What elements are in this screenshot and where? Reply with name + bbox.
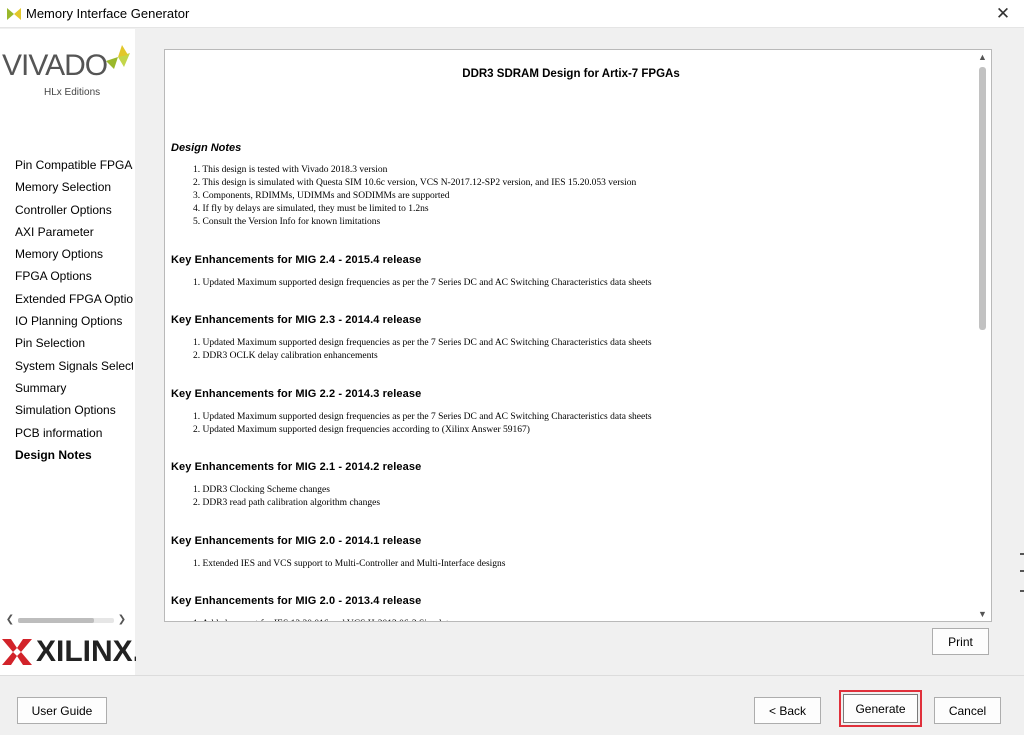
- sidebar-step-axi-parameter[interactable]: AXI Parameter: [15, 221, 133, 243]
- vivado-edition-text: HLx Editions: [44, 87, 101, 98]
- list-item: 1. Updated Maximum supported design freq…: [193, 278, 652, 288]
- section-list: 1. Extended IES and VCS support to Multi…: [193, 558, 505, 571]
- generate-highlight-box: [839, 690, 922, 727]
- edge-mark: [1020, 553, 1024, 555]
- list-item: 1. Extended IES and VCS support to Multi…: [193, 559, 506, 569]
- user-guide-button-label: User Guide: [31, 704, 93, 718]
- xilinx-mark-icon: [2, 639, 32, 665]
- wizard-sidebar: VIVADO HLx Editions Pin Compatible FPGAs…: [0, 29, 141, 675]
- section-list: 1. This design is tested with Vivado 201…: [193, 164, 636, 229]
- edge-mark: [1020, 590, 1024, 592]
- vivado-logo: VIVADO HLx Editions: [2, 43, 134, 105]
- close-icon[interactable]: ✕: [992, 3, 1014, 25]
- sidebar-step-summary[interactable]: Summary: [15, 377, 133, 399]
- xilinx-logo: XILINX.: [2, 631, 141, 673]
- section-heading: Key Enhancements for MIG 2.3 - 2014.4 re…: [171, 314, 422, 326]
- list-item: 1. DDR3 Clocking Scheme changes: [193, 485, 330, 495]
- back-button-label: < Back: [768, 704, 807, 718]
- cancel-button-label: Cancel: [948, 704, 987, 718]
- section-heading: Design Notes: [171, 142, 242, 154]
- list-item: 3. Components, RDIMMs, UDIMMs and SODIMM…: [193, 191, 450, 202]
- section-list: 1. DDR3 Clocking Scheme changes 2. DDR3 r…: [193, 484, 380, 510]
- section-list: 1. Updated Maximum supported design freq…: [193, 337, 652, 363]
- design-notes-viewer[interactable]: DDR3 SDRAM Design for Artix-7 FPGAs Desi…: [164, 49, 992, 622]
- list-item: 1. Added support for IES 12.20.016 and V…: [193, 618, 460, 621]
- vivado-app-icon: [7, 8, 21, 20]
- list-item: 4. If fly by delays are simulated, they …: [193, 204, 429, 215]
- sidebar-step-memory-options[interactable]: Memory Options: [15, 243, 133, 265]
- list-item: 1. Updated Maximum supported design freq…: [193, 338, 652, 348]
- sidebar-horizontal-scrollbar[interactable]: ❮ ❯: [2, 612, 130, 628]
- sidebar-step-memory-selection[interactable]: Memory Selection: [15, 176, 133, 198]
- sidebar-step-extended-fpga-options[interactable]: Extended FPGA Options: [15, 288, 133, 310]
- list-item: 1. Updated Maximum supported design freq…: [193, 412, 652, 422]
- scroll-up-icon[interactable]: ▲: [974, 50, 991, 64]
- scroll-right-icon[interactable]: ❯: [116, 612, 128, 628]
- document-vertical-scrollbar[interactable]: ▲ ▼: [974, 50, 991, 621]
- title-bar: Memory Interface Generator ✕: [0, 0, 1024, 28]
- list-item: 2. This design is simulated with Questa …: [193, 178, 637, 189]
- section-heading: Key Enhancements for MIG 2.4 - 2015.4 re…: [171, 254, 422, 266]
- document-title: DDR3 SDRAM Design for Artix-7 FPGAs: [462, 68, 680, 80]
- xilinx-logo-text: XILINX.: [36, 635, 142, 668]
- window-title: Memory Interface Generator: [26, 6, 190, 21]
- sidebar-step-system-signals-selection[interactable]: System Signals Selection: [15, 355, 133, 377]
- sidebar-step-pcb-information[interactable]: PCB information: [15, 422, 133, 444]
- sidebar-step-fpga-options[interactable]: FPGA Options: [15, 265, 133, 287]
- scrollbar-track[interactable]: [18, 618, 114, 623]
- user-guide-button[interactable]: User Guide: [17, 697, 107, 724]
- sidebar-step-io-planning-options[interactable]: IO Planning Options: [15, 310, 133, 332]
- scroll-left-icon[interactable]: ❮: [4, 612, 16, 628]
- sidebar-step-controller-options[interactable]: Controller Options: [15, 199, 133, 221]
- section-list: 1. Added support for IES 12.20.016 and V…: [193, 618, 460, 621]
- list-item: 2. DDR3 OCLK delay calibration enhanceme…: [193, 351, 378, 362]
- main-panel: DDR3 SDRAM Design for Artix-7 FPGAs Desi…: [136, 29, 1024, 675]
- list-item: 5. Consult the Version Info for known li…: [193, 217, 381, 228]
- list-item: 2. DDR3 read path calibration algorithm …: [193, 498, 381, 509]
- print-button-label: Print: [948, 635, 973, 649]
- print-button[interactable]: Print: [932, 628, 989, 655]
- sidebar-step-simulation-options[interactable]: Simulation Options: [15, 399, 133, 421]
- wizard-step-list: Pin Compatible FPGAs Memory Selection Cont…: [15, 154, 133, 466]
- design-notes-document: DDR3 SDRAM Design for Artix-7 FPGAs Desi…: [171, 50, 971, 621]
- section-list: 1. Updated Maximum supported design freq…: [193, 411, 652, 437]
- edge-mark: [1020, 570, 1024, 572]
- scroll-down-icon[interactable]: ▼: [974, 607, 991, 621]
- scrollbar-thumb[interactable]: [979, 67, 986, 330]
- list-item: 1. This design is tested with Vivado 201…: [193, 165, 388, 175]
- scrollbar-thumb[interactable]: [18, 618, 94, 623]
- section-heading: Key Enhancements for MIG 2.1 - 2014.2 re…: [171, 461, 422, 473]
- list-item: 2. Updated Maximum supported design freq…: [193, 425, 530, 436]
- section-heading: Key Enhancements for MIG 2.2 - 2014.3 re…: [171, 388, 422, 400]
- sidebar-step-design-notes[interactable]: Design Notes: [15, 444, 133, 466]
- cancel-button[interactable]: Cancel: [934, 697, 1001, 724]
- section-heading: Key Enhancements for MIG 2.0 - 2013.4 re…: [171, 595, 422, 607]
- back-button[interactable]: < Back: [754, 697, 821, 724]
- sidebar-step-pin-compatible-fpgas[interactable]: Pin Compatible FPGAs: [15, 154, 133, 176]
- section-heading: Key Enhancements for MIG 2.0 - 2014.1 re…: [171, 535, 422, 547]
- section-list: 1. Updated Maximum supported design freq…: [193, 277, 652, 290]
- vivado-leaf-icon: [106, 45, 130, 69]
- vivado-logo-text: VIVADO: [2, 49, 108, 82]
- sidebar-step-pin-selection[interactable]: Pin Selection: [15, 332, 133, 354]
